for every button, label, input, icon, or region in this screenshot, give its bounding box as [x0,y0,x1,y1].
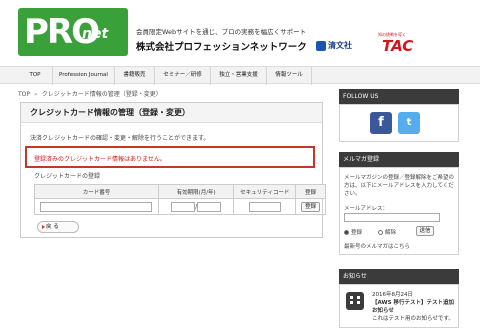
back-arrow-icon [42,225,45,229]
mailmag-header: メルマガ登録 [339,152,459,167]
col-register: 登録 [295,184,326,199]
nav-item-top[interactable]: TOP [18,67,52,85]
news-date: 2016年8月24日 [372,292,413,298]
nav-item-info-tools[interactable]: 情報ツール [266,67,312,85]
page-title: クレジットカード情報の管理（登録・変更） [21,103,322,123]
send-button[interactable]: 送信 [416,226,434,236]
breadcrumb-current: クレジットカード情報の管理（登録・変更） [41,91,162,98]
nav-item-seminars[interactable]: セミナー／研修 [154,67,210,85]
mail-address-label: メールアドレス： [344,206,389,212]
follow-us-box: f t [339,104,459,142]
back-button-label: 戻 る [46,224,59,230]
building-icon [346,292,364,310]
radio-register-label: 登録 [351,230,363,236]
mailmag-description: メールマガジンの登録／登録解除をご希望の方は、以下にメールアドレスを入力してくだ… [344,175,455,197]
col-expiry: 有効期限(月/年) [157,184,235,199]
site-tagline: 会員限定Webサイトを通じ、プロの実務を幅広くサポート [136,28,307,36]
tac-logo[interactable]: 知の挑戦を導く TAC [372,32,420,55]
alert-message: 登録済みのクレジットカード情報はありません。 [34,156,166,163]
security-code-input[interactable] [248,201,281,212]
card-number-input[interactable] [40,201,153,212]
news-headline: 【AWS 移行テスト】テスト追加お知らせ [372,300,454,314]
backnumber-link[interactable]: 最新号のメルマガはこちら [344,242,410,250]
facebook-icon[interactable]: f [370,112,392,134]
card-registration-table: カード番号 有効期限(月/年) セキュリティコード 登録 / 登録 [34,184,326,215]
radio-cancel-label: 解除 [385,230,397,236]
back-button[interactable]: 戻 る [37,221,79,233]
register-section-label: クレジットカードの登録 [34,173,101,180]
follow-us-header: FOLLOW US [339,89,459,104]
panel-description: 決済クレジットカードの確認・変更・解除を行うことができます。 [30,135,210,142]
col-security-code: セキュリティコード [233,184,297,199]
radio-register[interactable]: 登録 [344,228,362,236]
table-row: / 登録 [34,198,326,215]
no-card-alert: 登録済みのクレジットカード情報はありません。 [25,146,315,168]
twitter-icon[interactable]: t [398,112,420,134]
main-nav: TOP Profession Journal 書籍販売 セミナー／研修 独立・営… [0,66,480,85]
logo-sub-text: net [82,26,109,42]
breadcrumb-home[interactable]: TOP [18,91,30,98]
news-body: これはテスト用のお知らせです。 [372,316,454,322]
radio-cancel[interactable]: 解除 [378,228,396,236]
expiry-month-input[interactable] [171,201,196,212]
radio-checked-icon [344,230,349,235]
company-name: 株式会社プロフェッションネットワーク [136,42,307,53]
expiry-year-input[interactable] [197,201,222,212]
tac-label: TAC [382,37,414,55]
nav-item-business-support[interactable]: 独立・営業支援 [210,67,266,85]
mailmag-box: メールマガジンの登録／登録解除をご希望の方は、以下にメールアドレスを入力してくだ… [339,167,459,255]
col-card-number: カード番号 [34,184,159,199]
site-header: PRO net 会員限定Webサイトを通じ、プロの実務を幅広くサポート 株式会社… [0,0,480,66]
news-box: 2016年8月24日 【AWS 移行テスト】テスト追加お知らせ これはテスト用の… [339,284,459,328]
seibunsha-logo[interactable]: 清文社 [316,40,352,51]
register-card-button[interactable]: 登録 [301,201,321,212]
seibunsha-label: 清文社 [328,41,352,50]
pronet-logo[interactable]: PRO net [18,8,128,56]
mail-address-input[interactable] [344,213,440,222]
breadcrumb: TOP » クレジットカード情報の管理（登録・変更） [18,89,162,98]
nav-item-profession-journal[interactable]: Profession Journal [52,67,114,85]
nav-item-books[interactable]: 書籍販売 [114,67,154,85]
seibunsha-mark-icon [316,40,326,51]
news-header: お知らせ [339,269,459,284]
news-item[interactable]: 2016年8月24日 【AWS 移行テスト】テスト追加お知らせ これはテスト用の… [372,291,458,323]
radio-unchecked-icon [378,230,383,235]
breadcrumb-separator: » [34,91,38,98]
credit-card-panel: クレジットカード情報の管理（登録・変更） 決済クレジットカードの確認・変更・解除… [20,102,326,238]
